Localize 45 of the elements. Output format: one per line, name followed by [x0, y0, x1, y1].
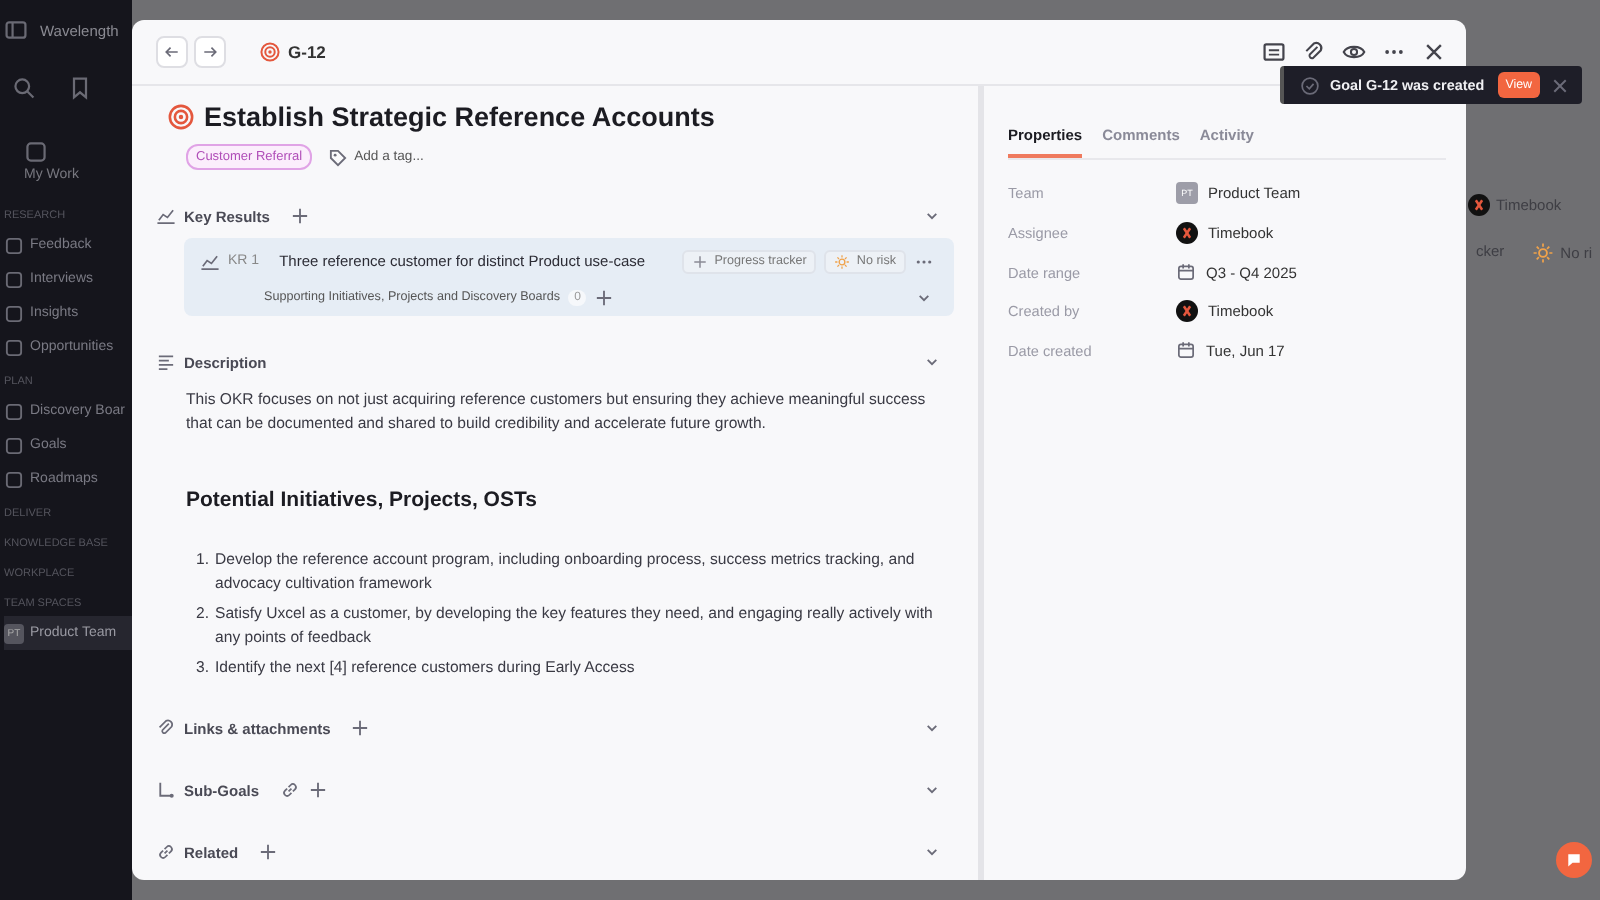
avatar-icon: [1176, 222, 1198, 244]
arrow-right-icon: [200, 42, 220, 62]
check-circle-icon: [1300, 75, 1320, 95]
plus-icon[interactable]: [350, 718, 371, 738]
square-icon: [24, 140, 48, 164]
square-icon: [4, 303, 24, 323]
tag-icon: [328, 147, 349, 167]
paperclip-icon: [156, 718, 176, 738]
branch-icon: [156, 780, 176, 800]
plus-icon[interactable]: [258, 842, 279, 862]
sun-icon: [834, 253, 851, 269]
square-icon: [4, 435, 24, 455]
panel-toggle-icon[interactable]: [4, 18, 28, 42]
arrow-left-icon: [162, 42, 182, 62]
square-icon: [4, 269, 24, 289]
back-button[interactable]: [156, 36, 188, 68]
plus-icon[interactable]: [594, 287, 615, 307]
square-icon: [4, 235, 24, 255]
plus-icon: [692, 253, 709, 269]
target-icon: [260, 42, 280, 62]
search-icon[interactable]: [12, 76, 36, 100]
text-lines-icon: [156, 352, 176, 372]
avatar-icon: [1468, 194, 1490, 216]
square-icon: [4, 401, 24, 421]
chat-bubble-icon: [1564, 850, 1584, 870]
chart-icon: [200, 251, 220, 271]
plus-icon[interactable]: [289, 206, 310, 226]
description-heading: Potential Initiatives, Projects, OSTs: [186, 488, 539, 512]
eye-icon[interactable]: [1342, 40, 1366, 64]
square-icon: [4, 469, 24, 489]
chat-button[interactable]: [1556, 842, 1592, 878]
sun-icon: [1532, 242, 1555, 264]
close-icon[interactable]: [1422, 40, 1446, 64]
goal-title: Establish Strategic Reference Accounts: [204, 102, 715, 132]
avatar-icon: [1176, 300, 1198, 322]
target-icon: [168, 104, 194, 130]
calendar-icon: [1176, 340, 1196, 360]
screen-icon[interactable]: [1262, 40, 1286, 64]
square-icon: [4, 337, 24, 357]
forward-button[interactable]: [194, 36, 226, 68]
bookmark-icon[interactable]: [68, 76, 92, 100]
calendar-icon: [1176, 262, 1196, 282]
chart-icon: [156, 206, 176, 226]
plus-icon[interactable]: [307, 780, 328, 800]
goal-id: G-12: [288, 42, 326, 62]
